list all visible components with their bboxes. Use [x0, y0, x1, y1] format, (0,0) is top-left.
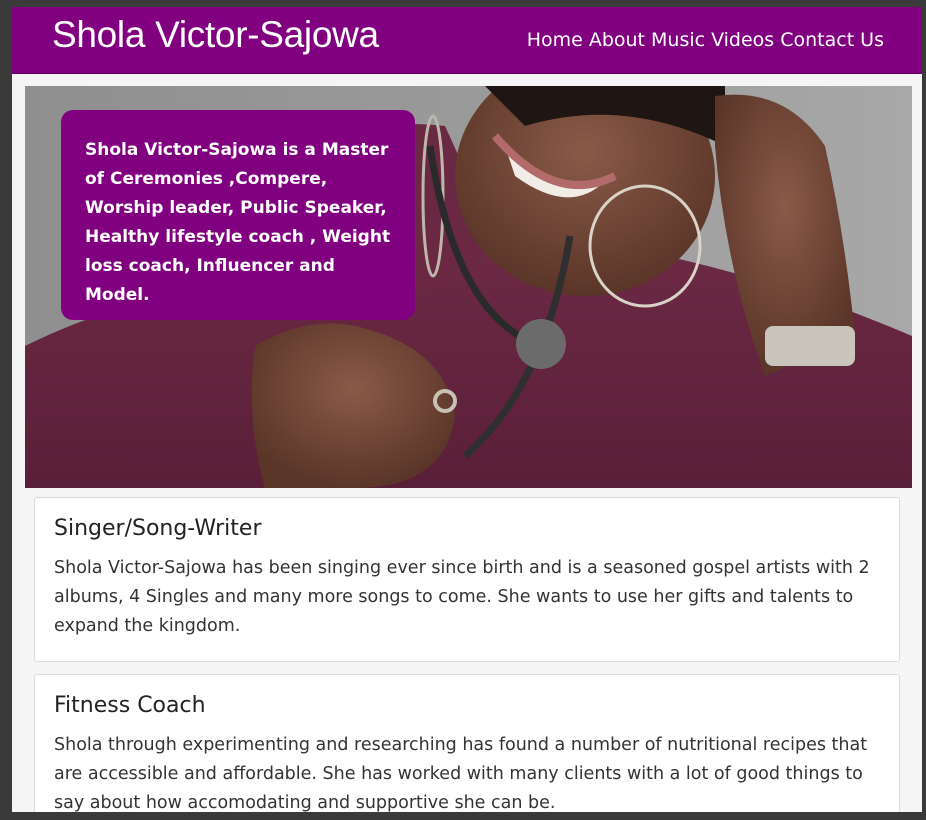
fitness-card: Fitness Coach Shola through experimentin…	[34, 674, 900, 812]
browser-viewport: Shola Victor-Sajowa Home About Music Vid…	[12, 7, 922, 812]
singer-card-text: Shola Victor-Sajowa has been singing eve…	[54, 558, 870, 636]
nav-music-link[interactable]: Music	[651, 28, 705, 52]
singer-card: Singer/Song-Writer Shola Victor-Sajowa h…	[34, 497, 900, 662]
singer-card-title: Singer/Song-Writer	[54, 516, 262, 541]
nav-links: Home About Music Videos Contact Us	[527, 28, 884, 52]
nav-home-link[interactable]: Home	[527, 28, 583, 52]
nav-contact-link[interactable]: Contact Us	[780, 28, 884, 52]
fitness-card-text: Shola through experimenting and research…	[54, 735, 868, 812]
top-navbar: Shola Victor-Sajowa Home About Music Vid…	[12, 7, 922, 74]
site-brand[interactable]: Shola Victor-Sajowa	[52, 13, 379, 57]
nav-videos-link[interactable]: Videos	[711, 28, 774, 52]
window-bottom-edge	[0, 812, 926, 820]
fitness-card-title: Fitness Coach	[54, 693, 206, 718]
hero-section: Shola Victor-Sajowa is a Master of Cerem…	[25, 86, 912, 488]
hero-intro-card: Shola Victor-Sajowa is a Master of Cerem…	[61, 110, 415, 320]
nav-about-link[interactable]: About	[589, 28, 645, 52]
